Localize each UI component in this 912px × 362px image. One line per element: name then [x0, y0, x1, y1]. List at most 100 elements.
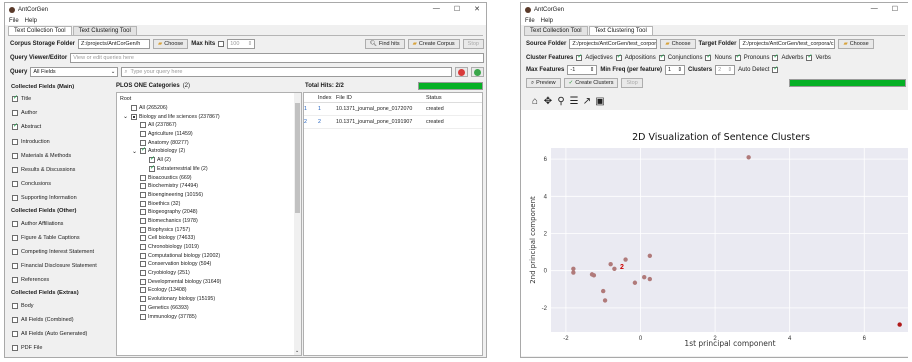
tree-item[interactable]: Cell biology (74633) — [120, 234, 301, 243]
maximize-icon[interactable]: ☐ — [892, 5, 898, 13]
tree-checkbox[interactable] — [140, 217, 146, 224]
tree-item[interactable]: All (237867) — [120, 121, 301, 130]
tree-checkbox[interactable] — [140, 270, 146, 277]
min-freq-spinbox[interactable]: 1 ⇕ — [665, 65, 686, 75]
tree-checkbox[interactable] — [140, 131, 146, 138]
preview-button[interactable]: ⌕ Preview — [526, 78, 561, 88]
tree-item[interactable]: Biochemistry (74494) — [120, 182, 301, 191]
menu-file[interactable]: File — [525, 18, 535, 24]
max-hits-spinbox[interactable]: 100 ⇕ — [227, 39, 256, 49]
tree-checkbox[interactable] — [140, 226, 146, 233]
tree-checkbox[interactable] — [140, 235, 146, 242]
feature-checkbox[interactable] — [734, 53, 741, 61]
tree-item[interactable]: Biomechanics (1978) — [120, 217, 301, 226]
feature-checkbox[interactable] — [705, 53, 711, 61]
tree-item[interactable]: Biogeography (2048) — [120, 208, 301, 217]
tree-item[interactable]: ⌄ Astrobiology (2) — [120, 146, 301, 156]
tree-checkbox[interactable] — [131, 113, 137, 120]
field-checkbox-row[interactable]: Competing Interest Statement — [9, 245, 113, 259]
tree-checkbox[interactable] — [149, 155, 155, 164]
max-hits-checkbox[interactable] — [218, 41, 225, 47]
field-checkbox-row[interactable]: Introduction — [9, 135, 113, 149]
tree-item[interactable]: Chronobiology (1019) — [120, 243, 301, 252]
corpus-folder-input[interactable]: Z:/projects/AntCorGen/h — [78, 39, 151, 49]
field-checkbox-row[interactable]: Author — [9, 106, 113, 120]
feature-checkbox[interactable] — [806, 53, 813, 61]
table-row[interactable]: 1 1 10.1371_journal_pone_0172070 created — [304, 103, 482, 116]
feature-checkbox[interactable] — [615, 53, 622, 61]
tree-item[interactable]: Evolutionary biology (15195) — [120, 295, 301, 304]
tree-checkbox[interactable] — [140, 191, 146, 198]
source-folder-input[interactable]: Z:/projects/AntCorGen/test_corpora/c — [569, 39, 658, 49]
feature-checkbox[interactable] — [658, 53, 665, 61]
tree-checkbox[interactable] — [149, 164, 155, 172]
field-checkbox-row[interactable]: Figure & Table Captions — [9, 231, 113, 245]
tree-checkbox[interactable] — [140, 252, 146, 259]
query-field-select[interactable]: All Fields ⌄ — [30, 67, 119, 77]
tree-checkbox[interactable] — [140, 139, 146, 146]
field-checkbox[interactable] — [12, 195, 18, 202]
clear-query-button[interactable] — [455, 67, 468, 77]
table-row[interactable]: 2 2 10.1371_journal_pone_0191907 created — [304, 116, 482, 129]
tree-checkbox[interactable] — [140, 296, 146, 303]
field-checkbox[interactable] — [12, 152, 18, 159]
configure-icon[interactable]: ☰ — [568, 96, 580, 107]
tree-checkbox[interactable] — [140, 244, 146, 251]
menu-file[interactable]: File — [9, 18, 19, 24]
choose-target-button[interactable]: ▰ Choose — [838, 39, 874, 49]
tree-checkbox[interactable] — [140, 200, 146, 207]
tree-checkbox[interactable] — [140, 313, 146, 320]
field-checkbox-row[interactable]: Conclusions — [9, 177, 113, 191]
create-clusters-button[interactable]: ✓ Create Clusters — [563, 78, 619, 88]
tree-checkbox[interactable] — [140, 261, 146, 268]
tree-item[interactable]: Ecology (13408) — [120, 286, 301, 295]
field-checkbox[interactable] — [12, 110, 18, 117]
tree-checkbox[interactable] — [140, 183, 146, 190]
col-fileid-header[interactable]: File ID — [336, 95, 426, 101]
field-checkbox[interactable] — [12, 220, 18, 227]
tree-item[interactable]: Bioethics (32) — [120, 199, 301, 208]
minimize-icon[interactable]: — — [433, 5, 440, 13]
col-status-header[interactable]: Status — [426, 95, 466, 101]
field-checkbox[interactable] — [12, 234, 18, 241]
clusters-spinbox[interactable]: 2 ⇕ — [715, 65, 736, 75]
auto-detect-checkbox[interactable] — [772, 65, 778, 73]
tree-checkbox[interactable] — [140, 209, 146, 216]
tree-item[interactable]: All (2) — [120, 155, 301, 165]
tree-item[interactable]: Developmental biology (31649) — [120, 277, 301, 286]
field-checkbox[interactable] — [12, 330, 18, 337]
field-checkbox-row[interactable]: PDF File — [9, 341, 113, 355]
save-icon[interactable]: ▣ — [594, 96, 606, 107]
minimize-icon[interactable]: — — [871, 5, 878, 13]
field-checkbox[interactable] — [12, 302, 18, 309]
field-checkbox[interactable] — [12, 316, 18, 323]
maximize-icon[interactable]: ☐ — [454, 5, 460, 13]
field-checkbox[interactable] — [12, 122, 18, 131]
field-checkbox-row[interactable]: Financial Disclosure Statement — [9, 259, 113, 273]
close-icon[interactable]: ✕ — [474, 5, 480, 13]
tree-item[interactable]: Genetics (66393) — [120, 304, 301, 313]
find-hits-button[interactable]: 🔍︎ Find hits — [364, 39, 405, 49]
tree-item[interactable]: Computational biology (12002) — [120, 251, 301, 260]
max-features-spinbox[interactable]: -1 ⇕ — [567, 65, 598, 75]
chevron-down-icon[interactable]: ⌄ — [132, 148, 138, 155]
feature-checkbox[interactable] — [576, 53, 582, 61]
field-checkbox[interactable] — [12, 345, 18, 352]
tree-checkbox[interactable] — [140, 174, 146, 181]
stop-button[interactable]: Stop — [462, 39, 484, 49]
menu-help[interactable]: Help — [541, 18, 553, 24]
field-checkbox-row[interactable]: Supporting Information — [9, 191, 113, 205]
field-checkbox-row[interactable]: Body — [9, 298, 113, 312]
field-checkbox-row[interactable]: References — [9, 273, 113, 287]
query-viewer-input[interactable]: View or edit queries here — [70, 53, 484, 63]
tree-item[interactable]: All (265206) — [120, 104, 301, 113]
tree-item[interactable]: Cryobiology (251) — [120, 269, 301, 278]
query-input[interactable]: ⌕ Type your query here — [121, 67, 452, 77]
choose-button[interactable]: ▰ Choose — [153, 39, 189, 49]
col-index-header[interactable]: Index — [318, 95, 336, 101]
tree-checkbox[interactable] — [140, 287, 146, 294]
field-checkbox[interactable] — [12, 181, 18, 188]
tree-scrollbar[interactable]: ⌄ — [294, 93, 301, 355]
field-checkbox-row[interactable]: All Fields (Auto Generated) — [9, 327, 113, 341]
choose-source-button[interactable]: ▰ Choose — [660, 39, 696, 49]
